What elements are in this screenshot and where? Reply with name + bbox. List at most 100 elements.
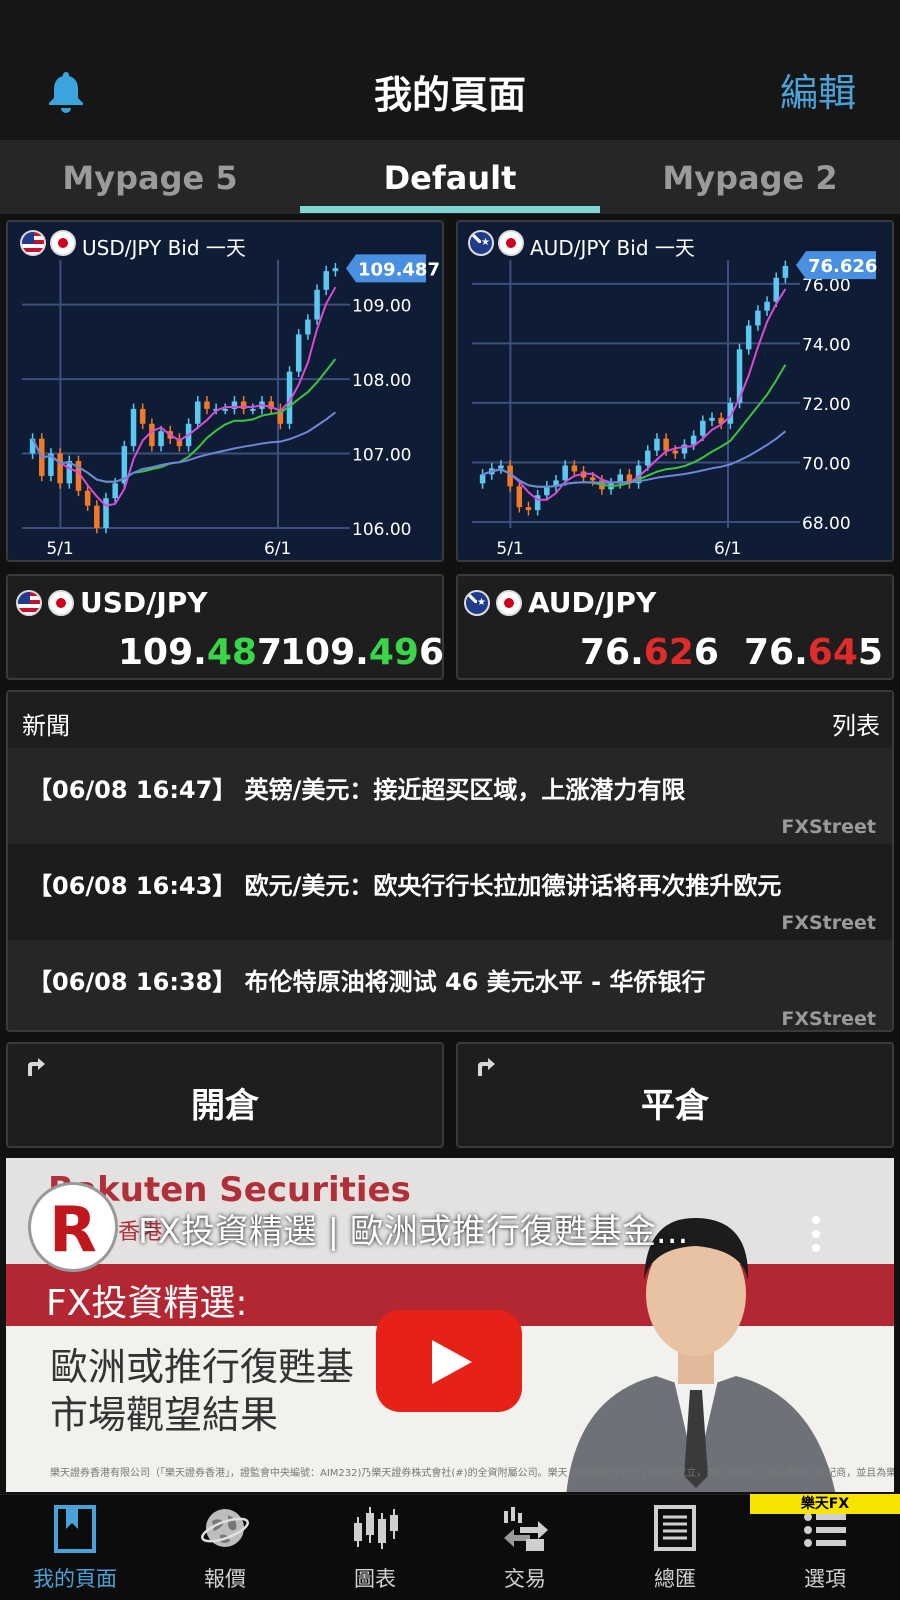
globe-icon — [201, 1509, 249, 1547]
news-item[interactable]: 【06/08 16:38】 布伦特原油将测试 46 美元水平 - 华侨银行 FX… — [8, 940, 892, 1030]
open-position-label: 開倉 — [191, 1086, 259, 1126]
y-tick-label: 109.00 — [352, 297, 411, 317]
ask-price[interactable]: 109.496 — [280, 632, 444, 673]
last-price-label: 76.626 — [808, 256, 877, 277]
usdjpy-chart[interactable]: 109.00 108.00 107.00 106.00 5/1 6/1 109.487 — [8, 222, 442, 560]
candle — [295, 334, 302, 372]
audjpy-chart[interactable]: 76.0074.0072.0070.0068.005/1 6/176.626 — [458, 222, 892, 560]
ma-long-line — [482, 430, 787, 488]
ask-price[interactable]: 76.645 — [744, 632, 883, 673]
nav-label: 選項 — [804, 1567, 846, 1591]
candle — [782, 265, 789, 278]
candle — [571, 465, 578, 472]
edit-button[interactable]: 編輯 — [780, 62, 856, 117]
video-title[interactable]: FX投資精選 | 歐洲或推行復甦基金... — [138, 1204, 688, 1253]
candle — [645, 450, 651, 466]
y-tick-label: 72.00 — [802, 395, 851, 415]
candle — [222, 408, 229, 411]
nav-label: 報價 — [204, 1567, 246, 1591]
nav-item-trade[interactable]: 交易 — [450, 1495, 600, 1600]
arrow-up-right-icon — [478, 1058, 495, 1076]
candlestick-icon — [354, 1507, 398, 1549]
jp-flag-icon — [496, 590, 522, 616]
usdjpy-quote-panel[interactable]: USD/JPY 109.487 109.496 — [6, 574, 444, 680]
y-tick-label: 106.00 — [352, 520, 411, 540]
bid-price[interactable]: 76.626 — [580, 632, 719, 673]
pair-name: AUD/JPY — [528, 586, 657, 619]
news-item[interactable]: 【06/08 16:43】 欧元/美元：欧央行行长拉加德讲话将再次推升欧元 FX… — [8, 844, 892, 940]
nav-item-quotes[interactable]: 報價 — [150, 1495, 300, 1600]
news-item[interactable]: 【06/08 16:47】 英镑/美元：接近超买区域，上涨潜力有限 FXStre… — [8, 748, 892, 844]
news-headline: 【06/08 16:47】 英镑/美元：接近超买区域，上涨潜力有限 — [28, 776, 686, 804]
tab-default[interactable]: Default — [300, 140, 600, 214]
news-source: FXStreet — [781, 1008, 876, 1030]
candle — [562, 465, 568, 481]
candle — [672, 450, 679, 454]
candle — [773, 277, 779, 302]
x-tick-label: 5/1 — [496, 539, 523, 559]
channel-logo[interactable]: R — [28, 1182, 118, 1272]
candle — [305, 319, 311, 335]
candle — [314, 289, 320, 320]
candle — [250, 408, 256, 411]
candle — [195, 401, 201, 424]
candle — [700, 420, 706, 436]
video-subtitle-line-2: 市場觀望結果 — [50, 1393, 279, 1437]
close-position-button[interactable]: 平倉 — [456, 1042, 894, 1148]
last-price-label: 109.487 — [358, 259, 440, 280]
tab-mypage-2[interactable]: Mypage 2 — [600, 140, 900, 214]
x-tick-label: 5/1 — [46, 539, 73, 559]
tab-mypage-5[interactable]: Mypage 5 — [0, 140, 300, 214]
candle — [323, 271, 329, 290]
candle — [479, 474, 486, 484]
news-source: FXStreet — [781, 816, 876, 838]
audjpy-chart-panel[interactable]: 76.0074.0072.0070.0068.005/16/176.626 AU… — [456, 220, 894, 562]
y-tick-label: 108.00 — [352, 371, 411, 391]
rakuten-fx-badge: 樂天FX — [750, 1494, 900, 1514]
us-flag-icon — [16, 590, 42, 616]
candle — [112, 483, 118, 499]
page-tabs: Mypage 5 Default Mypage 2 — [0, 140, 900, 214]
arrow-up-right-icon — [28, 1058, 45, 1076]
nav-item-summary[interactable]: 總匯 — [600, 1495, 750, 1600]
news-list-button[interactable]: 列表 — [832, 706, 880, 741]
nav-item-charts[interactable]: 圖表 — [300, 1495, 450, 1600]
news-header: 新聞 列表 — [8, 692, 892, 748]
pair-name: USD/JPY — [80, 586, 208, 619]
audjpy-quote-panel[interactable]: AUD/JPY 76.626 76.645 — [456, 574, 894, 680]
video-footnote: 樂天證券香港有限公司（「樂天證券香港」，證監會中央編號：AIM232)乃樂天證券… — [50, 1468, 894, 1479]
candle — [755, 310, 761, 326]
candle — [139, 408, 146, 424]
jp-flag-icon — [50, 230, 76, 256]
bid-price[interactable]: 109.487 — [118, 632, 282, 673]
close-position-label: 平倉 — [641, 1086, 709, 1126]
nav-label: 總匯 — [654, 1567, 696, 1591]
video-banner-text: FX投資精選: — [46, 1283, 248, 1324]
candle — [516, 486, 523, 508]
news-title: 新聞 — [22, 712, 70, 740]
play-icon[interactable] — [376, 1310, 522, 1412]
chart-title: USD/JPY Bid 一天 — [82, 236, 246, 260]
nav-item-mypage[interactable]: 我的頁面 — [0, 1495, 150, 1600]
more-options-icon[interactable] — [812, 1216, 820, 1252]
jp-flag-icon — [48, 590, 74, 616]
candle — [525, 507, 532, 511]
video-embed[interactable]: Rakuten Securities 券香港 FX投資精選: 歐洲或推行復甦基 … — [6, 1158, 894, 1492]
nav-label: 圖表 — [354, 1567, 396, 1591]
candle — [94, 505, 100, 528]
active-tab-indicator — [300, 206, 600, 213]
open-position-button[interactable]: 開倉 — [6, 1042, 444, 1148]
candle — [709, 417, 715, 421]
candle — [663, 438, 669, 451]
candle — [589, 477, 596, 481]
candle — [745, 325, 752, 350]
candle — [149, 423, 155, 447]
bookmark-icon — [54, 1505, 96, 1553]
news-source: FXStreet — [781, 912, 876, 934]
candle — [654, 438, 660, 451]
usdjpy-chart-panel[interactable]: 109.00 108.00 107.00 106.00 5/1 6/1 109.487 US… — [6, 220, 444, 562]
candle — [57, 453, 63, 484]
candle — [84, 490, 91, 506]
last-price-tag: 109.487 — [346, 254, 440, 283]
us-flag-icon — [20, 230, 46, 256]
